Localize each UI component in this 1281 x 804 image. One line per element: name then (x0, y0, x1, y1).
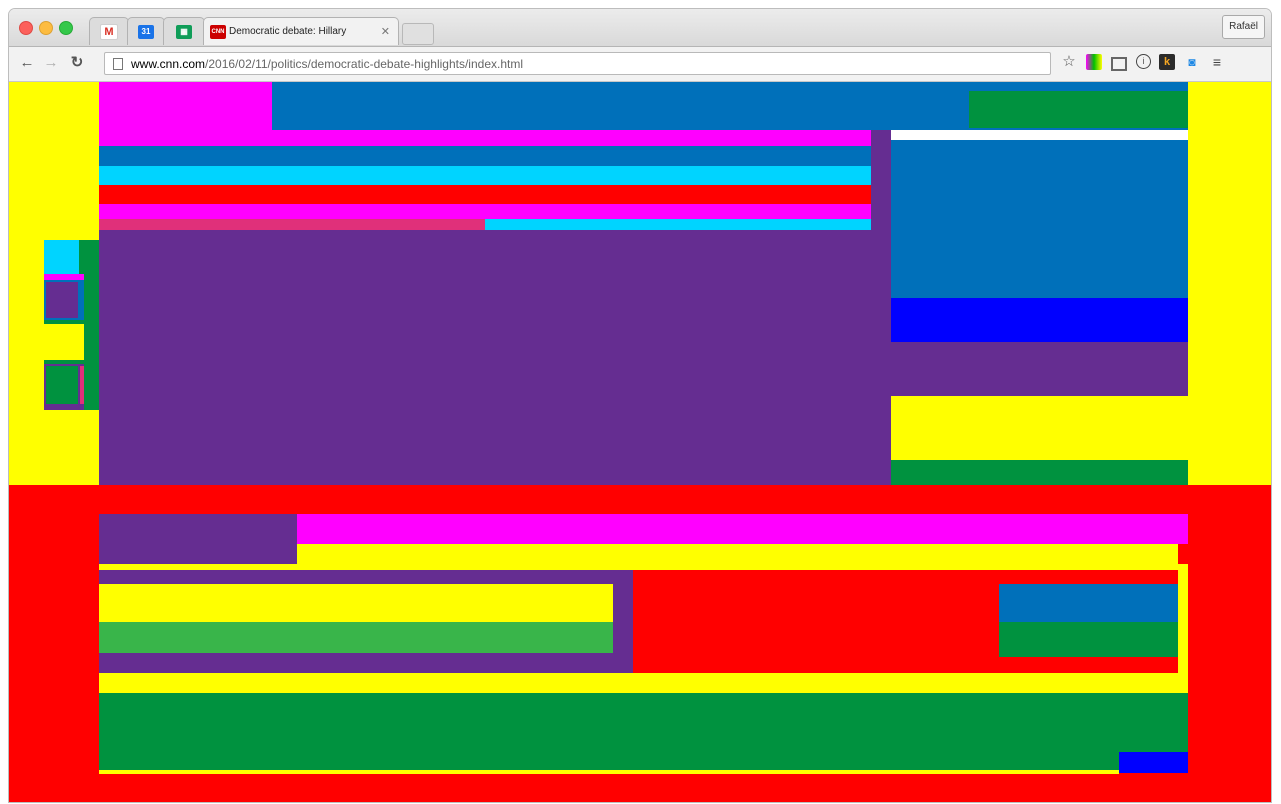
tab-cnn[interactable]: CNN Democratic debate: Hillary ✕ (203, 17, 399, 45)
reload-button[interactable]: ↻ (67, 53, 87, 73)
lower-yellow-band (99, 673, 1188, 693)
extension-camera-icon[interactable]: ◙ (1184, 54, 1200, 70)
tab-calendar[interactable]: 31 (127, 17, 165, 45)
page-content (9, 82, 1271, 802)
story-strip-6a (99, 219, 485, 230)
tab-title: Democratic debate: Hillary (229, 26, 347, 37)
extension-k-icon[interactable]: k (1159, 54, 1175, 70)
lower-card-right-edge (1178, 564, 1188, 673)
header-logo-block (99, 82, 272, 130)
extension-pesticide-icon[interactable] (1086, 54, 1102, 70)
sidebar-green-block (891, 460, 1188, 485)
title-bar: M 31 ▦ CNN Democratic debate: Hillary ✕ … (9, 9, 1271, 47)
share-item-4[interactable] (46, 366, 78, 404)
url-host: www.cnn.com (131, 56, 206, 71)
close-tab-icon[interactable]: ✕ (381, 25, 390, 38)
lower-card-right-green (999, 622, 1178, 657)
lower-header-left (99, 514, 297, 564)
sheets-icon: ▦ (176, 24, 192, 39)
story-strip-2 (99, 146, 871, 166)
share-item-3[interactable] (44, 324, 84, 360)
sidebar-blue-block (891, 140, 1188, 298)
profile-button[interactable]: Rafaël (1222, 15, 1265, 39)
cnn-icon: CNN (210, 24, 226, 39)
toolbar: ← → ↻ www.cnn.com /2016/02/11/politics/d… (9, 47, 1271, 82)
sidebar-bright-blue-block (891, 298, 1188, 342)
browser-window: M 31 ▦ CNN Democratic debate: Hillary ✕ … (9, 9, 1271, 802)
story-strip-1 (99, 130, 871, 146)
lower-card-left-green (99, 622, 613, 653)
sidebar-purple-block (891, 342, 1188, 396)
story-strip-6b (485, 219, 871, 230)
extension-window-resizer-icon[interactable] (1111, 57, 1127, 71)
new-tab-button[interactable] (402, 23, 434, 45)
lower-corner-block (1119, 752, 1188, 773)
header-right-block (969, 91, 1188, 128)
story-strip-5 (99, 204, 871, 219)
lower-card-left-yellow (99, 584, 613, 622)
gmail-icon: M (100, 23, 118, 40)
lower-header-strip (297, 544, 1178, 564)
close-window-button[interactable] (19, 21, 33, 35)
address-bar[interactable]: www.cnn.com /2016/02/11/politics/democra… (104, 52, 1051, 75)
maximize-window-button[interactable] (59, 21, 73, 35)
share-item-2[interactable] (46, 282, 78, 318)
calendar-icon: 31 (138, 24, 154, 39)
lower-green-band (99, 693, 1188, 770)
url-path: /2016/02/11/politics/democratic-debate-h… (205, 56, 523, 71)
lower-bottom-strip (99, 770, 1119, 774)
story-strip-3 (99, 166, 871, 185)
page-icon (113, 57, 123, 70)
minimize-window-button[interactable] (39, 21, 53, 35)
story-strip-4 (99, 185, 871, 204)
extension-info-icon[interactable]: i (1136, 54, 1151, 69)
sidebar-yellow-block (891, 396, 1188, 460)
share-item-1[interactable] (44, 240, 79, 274)
back-button[interactable]: ← (17, 53, 37, 73)
share-item-4-accent (80, 366, 84, 404)
lower-header-right (297, 514, 1188, 544)
tab-sheets[interactable]: ▦ (163, 17, 205, 45)
tab-gmail[interactable]: M (89, 17, 129, 45)
chrome-menu-icon[interactable]: ≡ (1209, 54, 1225, 70)
forward-button[interactable]: → (41, 53, 61, 73)
lower-card-right-blue (999, 584, 1178, 622)
bookmark-star-icon[interactable]: ☆ (1061, 54, 1077, 70)
sidebar-white-strip (891, 130, 1188, 140)
